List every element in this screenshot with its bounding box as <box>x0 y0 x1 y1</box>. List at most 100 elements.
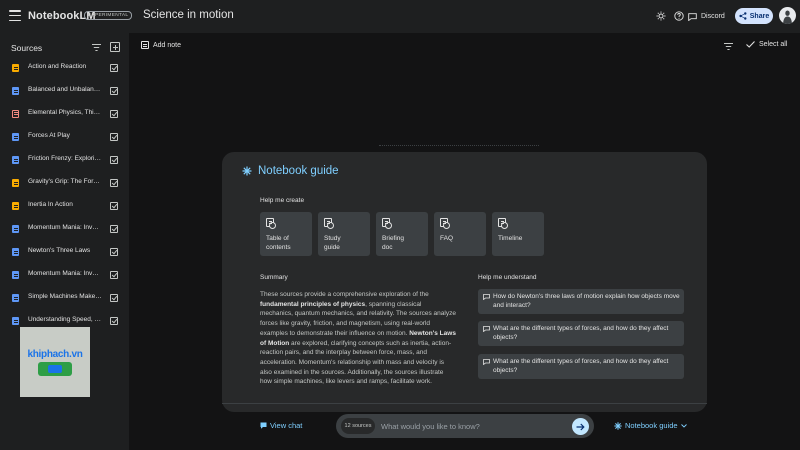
question-text: How do Newton's three laws of motion exp… <box>493 293 680 309</box>
source-item[interactable]: Understanding Speed, Velocity <box>0 314 129 328</box>
source-item[interactable]: Newton's Three Laws <box>0 245 129 259</box>
source-checkbox[interactable] <box>110 317 118 325</box>
view-chat-button[interactable]: View chat <box>260 421 302 430</box>
source-checkbox[interactable] <box>110 64 118 72</box>
chat-icon <box>483 359 490 365</box>
source-checkbox[interactable] <box>110 225 118 233</box>
share-label: Share <box>749 12 770 20</box>
study-guide-card[interactable]: Study guide <box>318 212 370 256</box>
source-label: Action and Reaction <box>28 63 87 70</box>
chat-icon <box>483 294 490 300</box>
source-label: Elemental Physics, Third Edition <box>28 109 102 116</box>
source-label: Understanding Speed, Velocity <box>28 316 102 323</box>
document-source-icon <box>12 133 19 141</box>
watermark-graphic <box>38 361 72 376</box>
document-icon <box>266 218 276 229</box>
source-label: Inertia In Action <box>28 201 73 208</box>
source-item[interactable]: Simple Machines Make Work Easier <box>0 291 129 305</box>
source-item[interactable]: Action and Reaction <box>0 61 129 75</box>
document-source-icon <box>12 248 19 256</box>
sparkle-icon <box>614 421 622 430</box>
chat-icon <box>260 422 267 429</box>
help-icon[interactable] <box>674 11 684 21</box>
add-source-icon[interactable] <box>110 42 120 52</box>
share-button[interactable]: Share <box>735 8 773 24</box>
source-label: Newton's Three Laws <box>28 247 91 254</box>
card-label: Timeline <box>498 235 523 242</box>
avatar[interactable] <box>779 7 796 24</box>
source-label: Momentum Mania: Investigating Motion <box>28 224 102 231</box>
theme-toggle-icon[interactable] <box>656 11 666 21</box>
sources-count-chip[interactable]: 12 sources <box>341 418 375 434</box>
document-icon <box>382 218 392 229</box>
pdf-source-icon <box>12 64 19 72</box>
send-button[interactable] <box>572 418 589 435</box>
note-icon <box>141 41 149 49</box>
sources-title: Sources <box>11 43 43 53</box>
card-label: Table of contents <box>266 235 291 251</box>
discord-button[interactable]: Discord <box>688 9 725 24</box>
menu-icon[interactable] <box>9 10 21 21</box>
faq-card[interactable]: FAQ <box>434 212 486 256</box>
notebook-title[interactable]: Science in motion <box>143 9 234 21</box>
source-item[interactable]: Elemental Physics, Third Edition <box>0 107 129 121</box>
chat-input[interactable] <box>381 418 561 434</box>
source-label: Friction Frenzy: Exploring Resistance <box>28 155 102 162</box>
table-of-contents-card[interactable]: Table of contents <box>260 212 312 256</box>
arrow-right-icon <box>576 423 585 430</box>
source-item[interactable]: Forces At Play <box>0 130 129 144</box>
document-source-icon <box>12 156 19 164</box>
source-checkbox[interactable] <box>110 294 118 302</box>
source-checkbox[interactable] <box>110 110 118 118</box>
source-label: Forces At Play <box>28 132 70 139</box>
source-item[interactable]: Momentum Mania: Investigating Impact <box>0 268 129 282</box>
document-source-icon <box>12 317 19 325</box>
document-source-icon <box>12 225 19 233</box>
suggested-question[interactable]: What are the different types of forces, … <box>478 354 684 379</box>
select-all-button[interactable]: Select all <box>746 41 787 48</box>
add-note-label: Add note <box>153 41 182 49</box>
source-label: Simple Machines Make Work Easier <box>28 293 102 300</box>
source-item[interactable]: Gravity's Grip: The Force That Binds <box>0 176 129 190</box>
card-label: FAQ <box>440 235 454 242</box>
help-understand-label: Help me understand <box>478 274 537 281</box>
notebook-guide-button[interactable]: Notebook guide <box>614 421 687 430</box>
timeline-card[interactable]: Timeline <box>492 212 544 256</box>
source-checkbox[interactable] <box>110 271 118 279</box>
source-checkbox[interactable] <box>110 179 118 187</box>
summary-text: These sources provide a comprehensive ex… <box>260 291 456 386</box>
source-checkbox[interactable] <box>110 156 118 164</box>
notebook-guide-label: Notebook guide <box>625 421 678 430</box>
card-label: Briefing doc <box>382 235 405 251</box>
source-label: Balanced and Unbalanced Forces <box>28 86 102 93</box>
source-item[interactable]: Inertia In Action <box>0 199 129 213</box>
view-chat-label: View chat <box>270 421 303 430</box>
source-checkbox[interactable] <box>110 202 118 210</box>
document-icon <box>440 218 450 229</box>
notebook-guide-panel: Notebook guide Help me create Table of co… <box>222 152 707 412</box>
source-item[interactable]: Friction Frenzy: Exploring Resistance <box>0 153 129 167</box>
document-icon <box>324 218 334 229</box>
source-checkbox[interactable] <box>110 248 118 256</box>
suggested-question[interactable]: What are the different types of forces, … <box>478 321 684 346</box>
card-label: Study guide <box>324 235 341 251</box>
source-item[interactable]: Momentum Mania: Investigating Motion <box>0 222 129 236</box>
briefing-doc-card[interactable]: Briefing doc <box>376 212 428 256</box>
source-checkbox[interactable] <box>110 133 118 141</box>
suggested-question[interactable]: How do Newton's three laws of motion exp… <box>478 289 684 314</box>
source-checkbox[interactable] <box>110 87 118 95</box>
question-text: What are the different types of forces, … <box>493 358 669 374</box>
chevron-down-icon <box>680 423 687 428</box>
pdf-source-icon <box>12 179 19 187</box>
watermark-text: khiphach.vn <box>27 348 83 360</box>
add-note-button[interactable]: Add note <box>141 41 181 49</box>
summary-label: Summary <box>260 274 288 281</box>
document-source-icon <box>12 271 19 279</box>
filter-icon[interactable] <box>92 44 101 51</box>
divider <box>379 145 539 146</box>
filter-icon[interactable] <box>724 43 733 50</box>
discord-label: Discord <box>701 13 725 20</box>
document-source-icon <box>12 87 19 95</box>
source-label: Gravity's Grip: The Force That Binds <box>28 178 102 185</box>
source-item[interactable]: Balanced and Unbalanced Forces <box>0 84 129 98</box>
